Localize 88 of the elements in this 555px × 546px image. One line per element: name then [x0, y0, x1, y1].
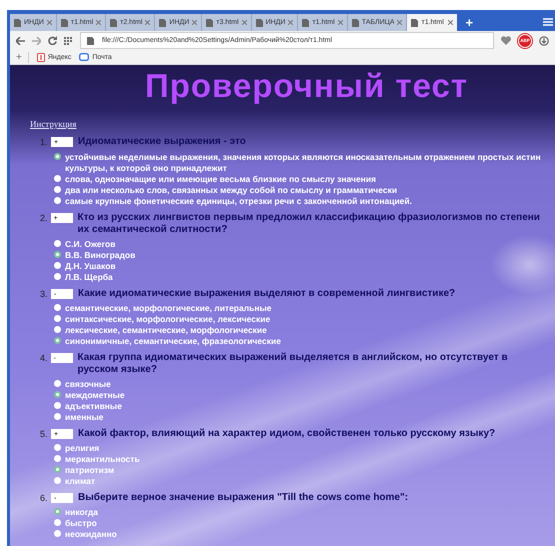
option-label: быстро: [65, 518, 97, 529]
option-label: именные: [65, 412, 104, 423]
radio-button[interactable]: [54, 466, 61, 473]
question-number: 4.: [40, 352, 48, 364]
page-icon: [110, 18, 118, 26]
close-icon[interactable]: [448, 20, 454, 25]
radio-button[interactable]: [54, 186, 61, 193]
page-icon: [14, 18, 21, 26]
add-bookmark-button[interactable]: +: [16, 52, 29, 62]
option-label: два или несколько слов, связанных между собой по смыслу и грамматически: [65, 185, 398, 196]
page-icon: [159, 18, 166, 26]
forward-icon[interactable]: [32, 36, 41, 44]
close-icon[interactable]: [288, 20, 294, 25]
radio-button[interactable]: [54, 413, 61, 420]
question-number: 3.: [40, 288, 48, 300]
close-icon[interactable]: [96, 20, 102, 25]
page-icon: [302, 18, 310, 26]
question-number: 6.: [40, 492, 48, 504]
question-number: 1.: [40, 136, 48, 148]
question-number: 2.: [40, 212, 48, 224]
option-label: религия: [65, 443, 100, 454]
option-label: Д.Н. Ушаков: [65, 261, 116, 272]
radio-button[interactable]: [54, 519, 61, 526]
option-label: адъективные: [65, 401, 122, 412]
radio-button[interactable]: [54, 175, 61, 182]
radio-button[interactable]: [54, 251, 61, 258]
radio-button[interactable]: [54, 197, 61, 204]
page-icon: [87, 36, 94, 44]
option-label: самые крупные фонетические единицы, отрезки речи с законченной интонацией.: [65, 196, 412, 207]
option-label: меркантильность: [65, 454, 140, 465]
option-label: никогда: [65, 507, 98, 518]
radio-button[interactable]: [54, 508, 61, 515]
back-icon[interactable]: [16, 36, 25, 44]
page-icon: [60, 18, 68, 26]
option-label: Л.В. Щерба: [65, 272, 113, 283]
option-label: слова, однозначащие или имеющие весьма близкие по смыслу значения: [65, 174, 376, 185]
option-label: неожиданно: [65, 529, 117, 540]
radio-button[interactable]: [54, 326, 61, 333]
option-label: семантические, морфологические, литеральные: [65, 303, 272, 314]
radio-button[interactable]: [54, 455, 61, 462]
radio-button[interactable]: [54, 337, 61, 344]
close-icon[interactable]: [338, 20, 343, 25]
radio-button[interactable]: [54, 315, 61, 322]
option-label: климат: [65, 476, 96, 487]
close-icon[interactable]: [242, 20, 247, 25]
option-label: связочные: [65, 379, 111, 390]
option-label: синонимичные, семантические, фразеологические: [65, 336, 281, 347]
option-label: синтаксические, морфологические, лексические: [65, 314, 270, 325]
download-icon[interactable]: [539, 36, 549, 46]
radio-button[interactable]: [54, 391, 61, 398]
radio-button[interactable]: [54, 402, 61, 409]
page-icon: [411, 18, 418, 26]
new-tab-button[interactable]: +: [457, 14, 482, 31]
radio-button[interactable]: [54, 444, 61, 451]
menu-icon[interactable]: [543, 18, 553, 26]
radio-button[interactable]: [54, 273, 61, 280]
radio-button[interactable]: [54, 477, 61, 484]
page-icon: [352, 18, 359, 26]
radio-button[interactable]: [54, 380, 61, 387]
question-text: Какие идиоматические выражения выделяют в современной лингвистике?: [78, 288, 456, 300]
radio-button[interactable]: [54, 530, 61, 537]
close-icon[interactable]: [397, 20, 402, 25]
question-text: Идиоматические выражения - это: [78, 136, 246, 148]
question-text: Какая группа идиоматических выражений выделяется в английском, но отсутствует в русском языке?: [78, 352, 509, 376]
option-label: лексические, семантические, морфологические: [65, 325, 267, 336]
grid-icon[interactable]: [64, 36, 73, 44]
radio-button[interactable]: [54, 153, 61, 160]
question-text: Какой фактор, влияющий на характер идиом, свойственен только русскому языку?: [78, 428, 496, 440]
radio-button[interactable]: [54, 304, 61, 311]
radio-button[interactable]: [54, 262, 61, 269]
close-icon[interactable]: [192, 20, 198, 25]
option-label: С.И. Ожегов: [65, 239, 116, 250]
reload-icon[interactable]: [48, 36, 57, 45]
page-icon: [206, 18, 214, 26]
page-icon: [256, 18, 263, 26]
option-label: патриотизм: [65, 465, 114, 476]
page-title: Проверочный тест: [144, 66, 470, 105]
instructions-link[interactable]: Инструкция: [30, 119, 76, 129]
heart-icon[interactable]: [501, 36, 511, 45]
question-number: 5.: [40, 428, 48, 440]
radio-button[interactable]: [54, 240, 61, 247]
question-text: Выберите верное значение выражения "Till the cows come home":: [78, 492, 408, 504]
question-text: Кто из русских лингвистов первым предложил классификацию фразиологизмов по степени их семантической слитности?: [78, 212, 541, 236]
close-icon[interactable]: [46, 20, 52, 25]
option-label: междометные: [65, 390, 125, 401]
close-icon[interactable]: [145, 20, 150, 25]
option-label: В.В. Виноградов: [65, 250, 136, 261]
mail-icon: [79, 53, 90, 61]
